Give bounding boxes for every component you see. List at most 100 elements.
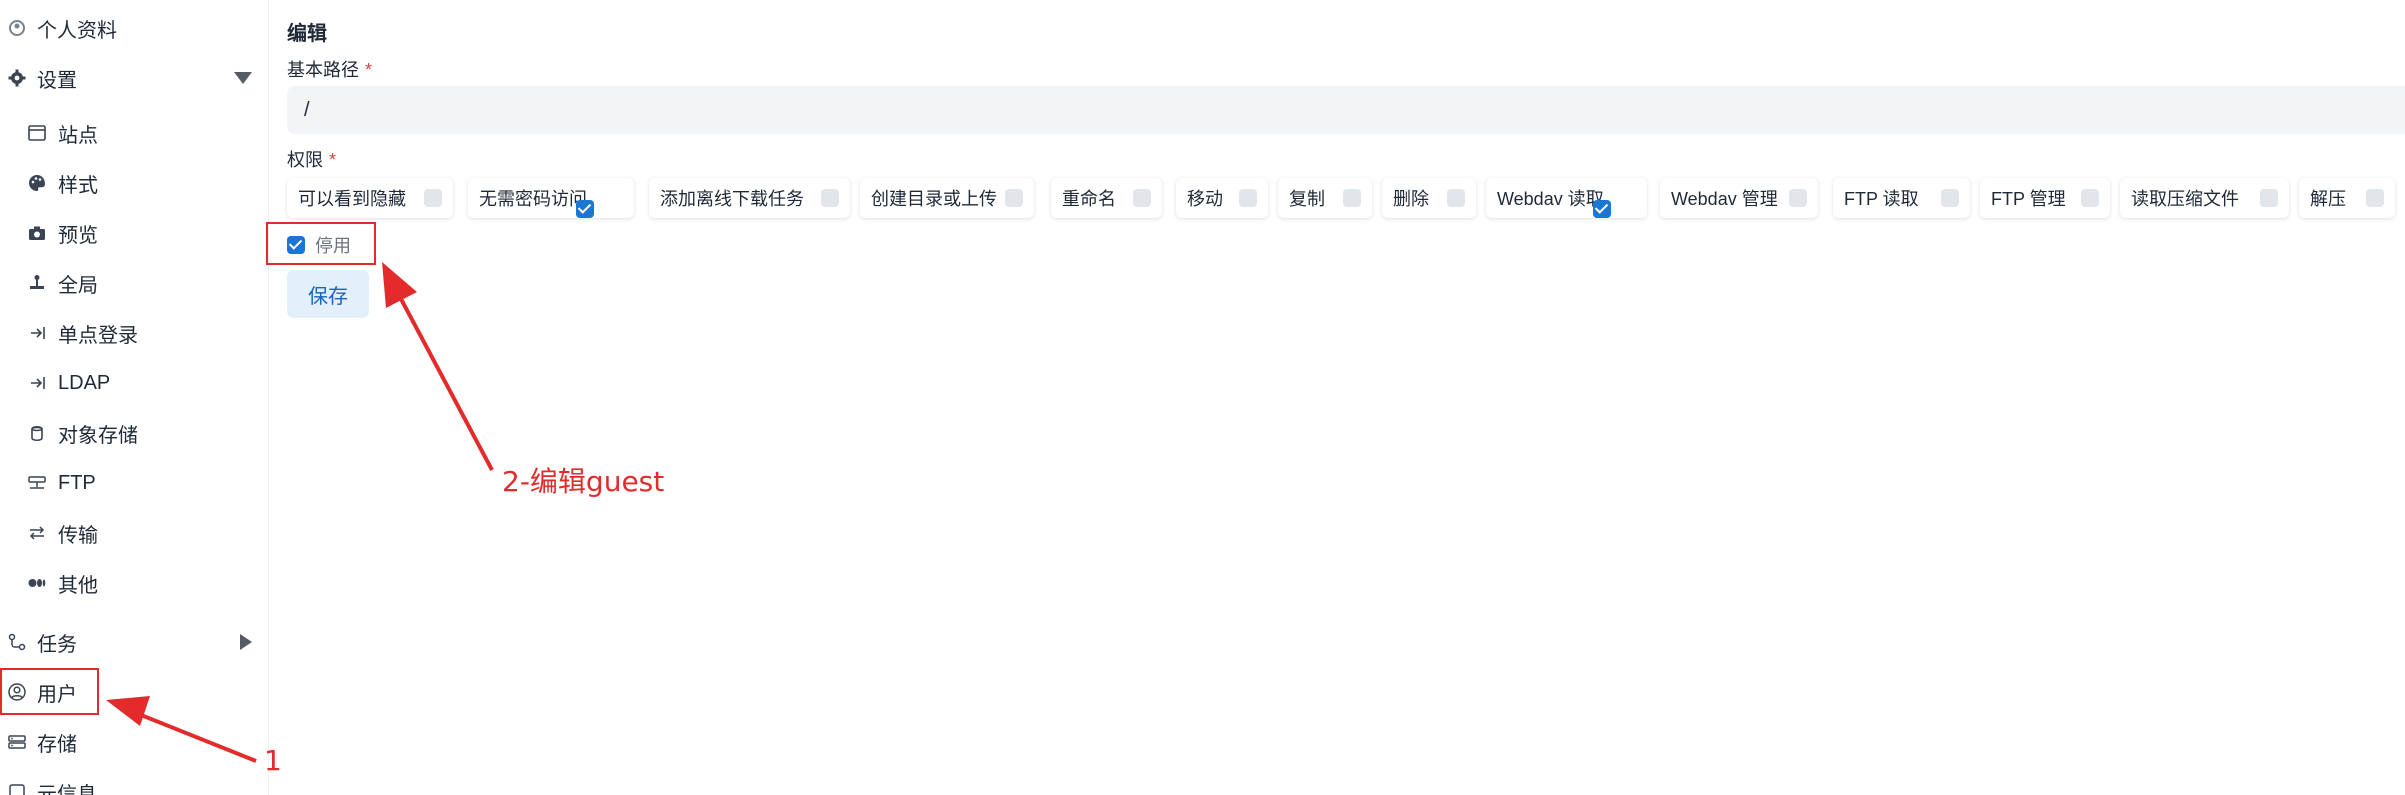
main-content: 编辑 基本路径 * 权限 * 可以看到隐藏 无需密码访问 添加离线下载任务 创建目录… [270,0,2405,795]
perm-checkbox[interactable] [1789,189,1807,207]
sidebar-item-label: 个人资料 [37,19,117,42]
sidebar-item-transfer[interactable]: 传输 [0,511,268,555]
transfer-icon [26,522,48,544]
sidebar-item-sso[interactable]: 单点登录 [0,311,268,355]
perm-checkbox[interactable] [2260,189,2278,207]
page-title: 编辑 [287,23,327,45]
perm-label: Webdav 读取 [1497,189,1604,209]
sidebar-item-label: 站点 [58,124,98,147]
perm-label: 读取压缩文件 [2131,189,2239,209]
perm-see-hidden[interactable]: 可以看到隐藏 [287,178,453,218]
perm-label: 解压 [2310,189,2346,209]
sidebar-item-label: 传输 [58,524,98,547]
flow-icon [6,631,28,653]
sidebar-item-global[interactable]: 全局 [0,261,268,305]
gear-icon [6,67,28,89]
required-mark: * [365,60,373,80]
perm-label: FTP 读取 [1844,189,1919,209]
profile-icon [6,17,28,39]
sidebar-item-profile[interactable]: 个人资料 [0,6,268,50]
perm-decompress[interactable]: 解压 [2299,178,2395,218]
perm-read-archive[interactable]: 读取压缩文件 [2120,178,2289,218]
perm-move[interactable]: 移动 [1176,178,1268,218]
sidebar-item-object-storage[interactable]: 对象存储 [0,411,268,455]
annotation-step-1: 1 [264,744,282,777]
sidebar-item-settings[interactable]: 设置 [0,56,268,100]
perm-offline-download[interactable]: 添加离线下载任务 [649,178,850,218]
perm-label: 添加离线下载任务 [660,189,804,209]
perm-label: 可以看到隐藏 [298,189,406,209]
perm-mkdir-upload[interactable]: 创建目录或上传 [860,178,1034,218]
annotation-step-2: 2-编辑guest [502,465,665,498]
sidebar-item-label: 其他 [58,574,98,597]
perm-rename[interactable]: 重命名 [1051,178,1162,218]
meta-icon [6,781,28,795]
sidebar-item-label: 设置 [37,69,77,92]
sidebar-item-storage[interactable]: 存储 [0,720,268,764]
sidebar-item-label: 存储 [37,733,77,756]
palette-icon [26,172,48,194]
chevron-right-icon[interactable] [240,634,252,650]
perm-checkbox[interactable] [2366,189,2384,207]
perm-checkbox[interactable] [1239,189,1257,207]
perm-checkbox[interactable] [821,189,839,207]
sidebar-item-style[interactable]: 样式 [0,161,268,205]
sidebar-item-label: 全局 [58,274,98,297]
login-icon [26,372,48,394]
sidebar-item-label: 样式 [58,174,98,197]
perm-checkbox[interactable] [1941,189,1959,207]
sidebar-item-other[interactable]: 其他 [0,561,268,605]
perm-delete[interactable]: 删除 [1382,178,1476,218]
sidebar-item-tasks[interactable]: 任务 [0,620,268,664]
perm-checkbox[interactable] [1133,189,1151,207]
perm-no-password[interactable]: 无需密码访问 [468,178,634,218]
chevron-down-icon[interactable] [234,72,252,84]
sidebar-item-ldap[interactable]: LDAP [0,361,268,405]
sidebar-item-label: 对象存储 [58,424,138,447]
perm-webdav-manage[interactable]: Webdav 管理 [1660,178,1818,218]
sidebar-item-label: 任务 [37,633,77,656]
base-path-label-text: 基本路径 [287,60,359,80]
sidebar-item-label: 元信息 [37,783,97,795]
perm-ftp-read[interactable]: FTP 读取 [1833,178,1970,218]
sidebar-item-preview[interactable]: 预览 [0,211,268,255]
perm-copy[interactable]: 复制 [1278,178,1372,218]
perm-checkbox[interactable] [1592,200,1611,218]
base-path-label: 基本路径 * [287,56,372,82]
perm-checkbox[interactable] [1343,189,1361,207]
sidebar-item-ftp[interactable]: FTP [0,461,268,505]
sidebar-item-site[interactable]: 站点 [0,111,268,155]
window-icon [26,122,48,144]
camera-icon [26,222,48,244]
permissions-label-text: 权限 [287,150,323,170]
perm-ftp-manage[interactable]: FTP 管理 [1980,178,2110,218]
joystick-icon [26,272,48,294]
perm-checkbox[interactable] [424,189,442,207]
highlight-users-box [0,668,99,715]
sidebar-item-label: 预览 [58,224,98,247]
perm-label: 移动 [1187,189,1223,209]
perm-label: 复制 [1289,189,1325,209]
perm-checkbox[interactable] [1447,189,1465,207]
sidebar-item-label: 单点登录 [58,324,138,347]
network-icon [26,472,48,494]
dots-icon [26,572,48,594]
highlight-disable-box [266,222,376,265]
save-button[interactable]: 保存 [287,270,369,318]
perm-checkbox[interactable] [576,200,594,218]
perm-label: FTP 管理 [1991,189,2066,209]
database-icon [6,731,28,753]
perm-label: 创建目录或上传 [871,189,997,209]
base-path-input[interactable] [287,86,2405,134]
perm-label: 重命名 [1062,189,1116,209]
perm-label: 无需密码访问 [479,189,587,209]
bucket-icon [26,422,48,444]
permissions-label: 权限 * [287,146,336,172]
perm-checkbox[interactable] [2081,189,2099,207]
perm-label: Webdav 管理 [1671,189,1778,209]
login-icon [26,322,48,344]
sidebar-item-label: FTP [58,471,96,494]
perm-checkbox[interactable] [1005,189,1023,207]
perm-webdav-read[interactable]: Webdav 读取 [1486,178,1647,218]
sidebar-item-meta[interactable]: 元信息 [0,770,268,795]
